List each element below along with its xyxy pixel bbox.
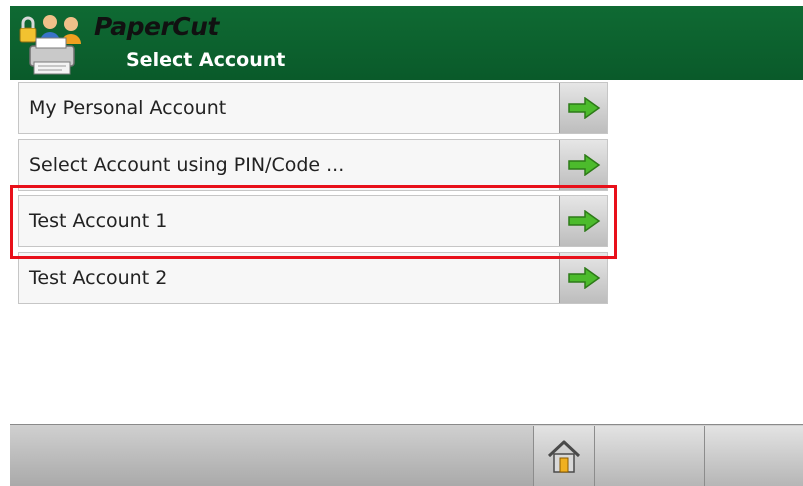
green-arrow-right-icon bbox=[567, 210, 600, 232]
papercut-screen: PaperCut Select Account My Personal Acco… bbox=[10, 6, 803, 486]
select-arrow-button[interactable] bbox=[559, 196, 607, 246]
account-row-test-account-2[interactable]: Test Account 2 bbox=[18, 252, 608, 304]
papercut-printer-users-icon bbox=[19, 15, 81, 75]
account-label: My Personal Account bbox=[29, 97, 227, 119]
account-label: Test Account 1 bbox=[29, 210, 168, 232]
home-icon bbox=[547, 440, 581, 473]
account-row-my-personal[interactable]: My Personal Account bbox=[18, 82, 608, 134]
green-arrow-right-icon bbox=[567, 154, 600, 176]
select-arrow-button[interactable] bbox=[559, 140, 607, 190]
green-arrow-right-icon bbox=[567, 97, 600, 119]
screen-title: Select Account bbox=[126, 49, 286, 71]
footer-button-3[interactable] bbox=[704, 426, 803, 486]
home-button[interactable] bbox=[533, 426, 594, 486]
select-arrow-button[interactable] bbox=[559, 83, 607, 133]
account-row-pin-code[interactable]: Select Account using PIN/Code ... bbox=[18, 139, 608, 191]
footer-toolbar bbox=[10, 424, 803, 486]
green-arrow-right-icon bbox=[567, 267, 600, 289]
brand-logo-text: PaperCut bbox=[94, 12, 219, 41]
footer-button-2[interactable] bbox=[594, 426, 704, 486]
header-bar: PaperCut Select Account bbox=[10, 6, 803, 80]
select-arrow-button[interactable] bbox=[559, 253, 607, 303]
account-label: Select Account using PIN/Code ... bbox=[29, 154, 345, 176]
account-label: Test Account 2 bbox=[29, 267, 168, 289]
account-row-test-account-1[interactable]: Test Account 1 bbox=[18, 195, 608, 247]
